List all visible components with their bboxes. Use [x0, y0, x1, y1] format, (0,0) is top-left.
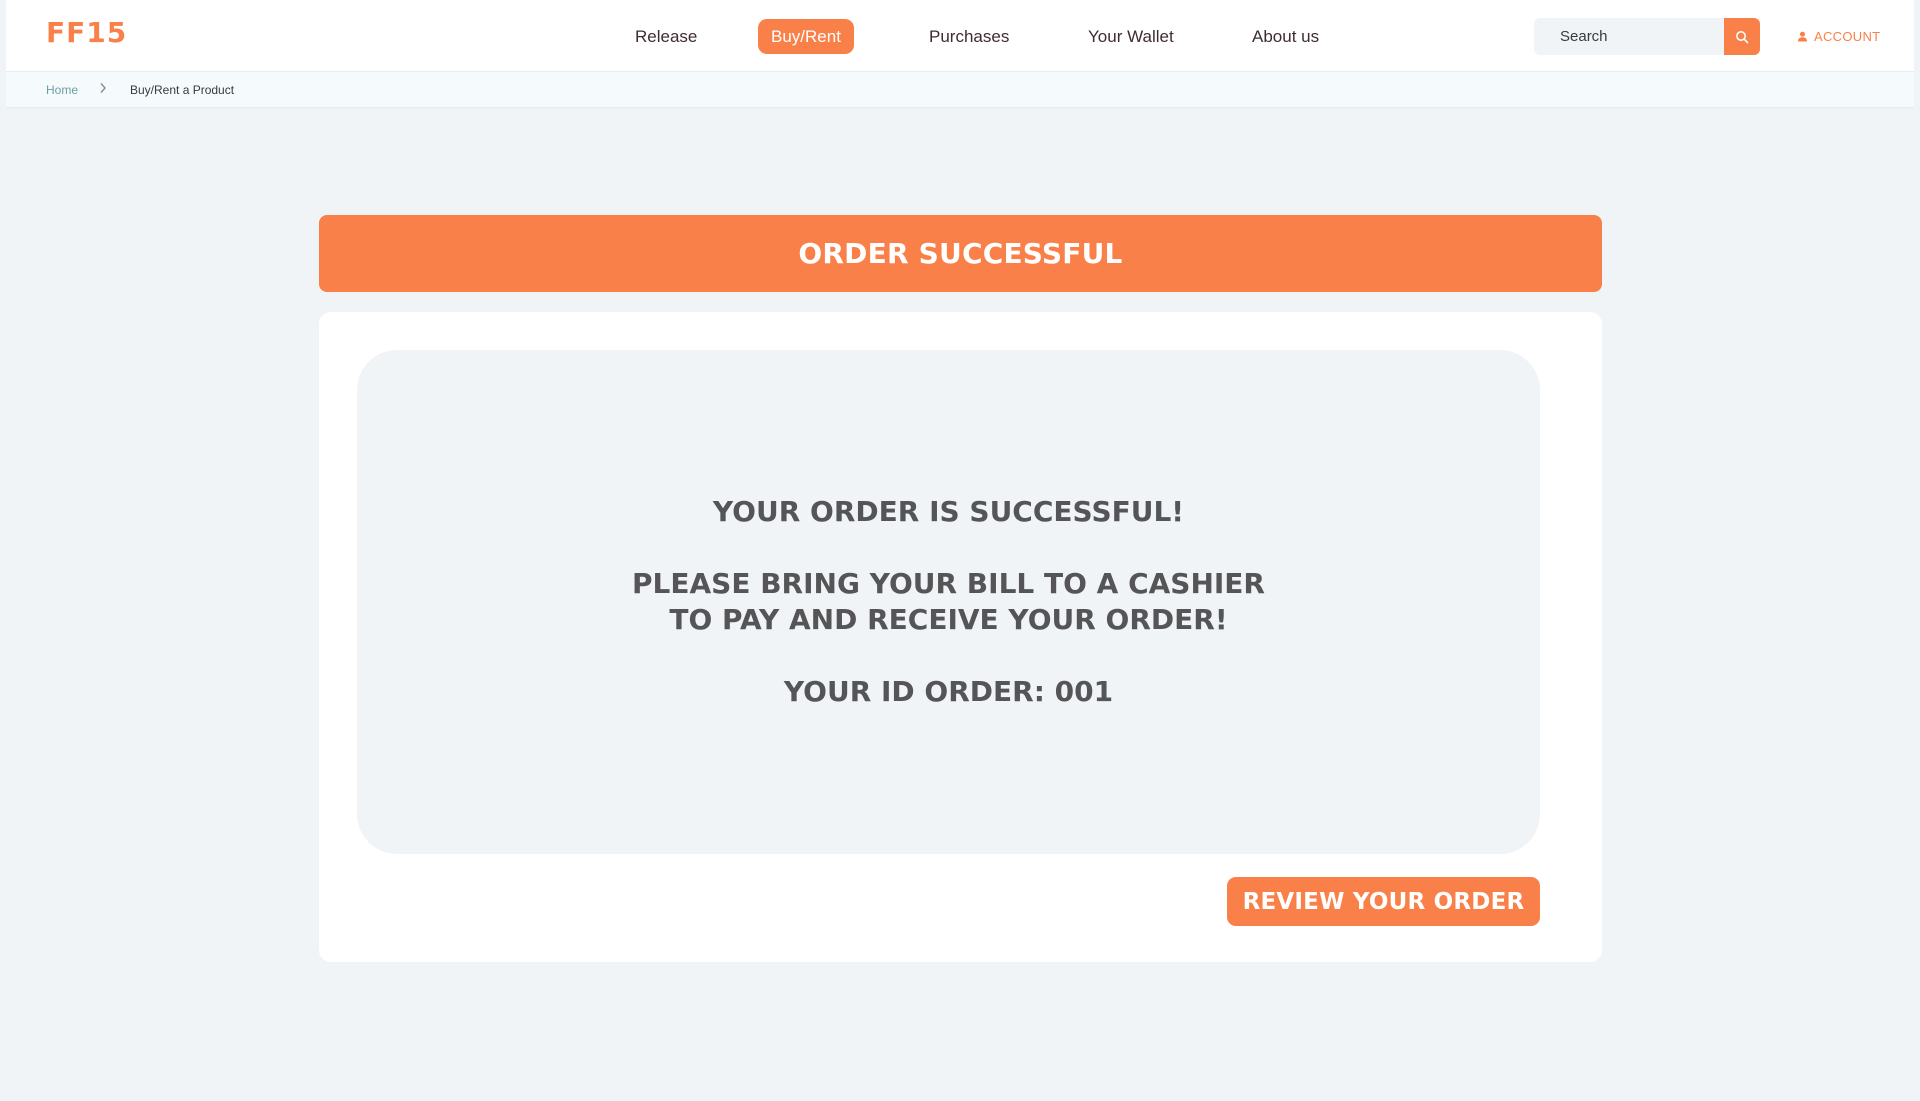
instruction-line-1: PLEASE BRING YOUR BILL TO A CASHIER	[632, 567, 1265, 600]
breadcrumb-home-link[interactable]: Home	[46, 83, 78, 97]
breadcrumb: Home Buy/Rent a Product	[6, 72, 1914, 108]
user-icon	[1798, 31, 1807, 41]
order-status-banner: ORDER SUCCESSFUL	[319, 215, 1602, 292]
search-icon	[1736, 30, 1749, 43]
order-id: YOUR ID ORDER: 001	[783, 675, 1114, 708]
chevron-right-icon	[99, 82, 107, 97]
logo[interactable]: FF15	[46, 16, 127, 49]
order-confirmation-card: YOUR ORDER IS SUCCESSFUL! PLEASE BRING Y…	[319, 312, 1602, 962]
search-input[interactable]	[1534, 18, 1724, 55]
instruction-line-2: TO PAY AND RECEIVE YOUR ORDER!	[669, 603, 1228, 636]
review-order-button[interactable]: REVIEW YOUR ORDER	[1227, 877, 1540, 926]
search-button[interactable]	[1724, 18, 1760, 55]
review-order-label: REVIEW YOUR ORDER	[1242, 888, 1525, 915]
top-navigation-bar: FF15 Release Buy/Rent Purchases Your Wal…	[6, 0, 1914, 72]
banner-title: ORDER SUCCESSFUL	[798, 237, 1123, 270]
nav-item-your-wallet[interactable]: Your Wallet	[1075, 19, 1187, 54]
nav-item-release[interactable]: Release	[622, 19, 710, 54]
success-message: YOUR ORDER IS SUCCESSFUL!	[712, 495, 1185, 528]
breadcrumb-current: Buy/Rent a Product	[130, 83, 235, 97]
account-link[interactable]: ACCOUNT	[1797, 26, 1880, 46]
nav-item-purchases[interactable]: Purchases	[916, 19, 1022, 54]
account-label: ACCOUNT	[1814, 28, 1881, 44]
nav-item-buy-rent[interactable]: Buy/Rent	[758, 19, 854, 54]
message-panel: YOUR ORDER IS SUCCESSFUL! PLEASE BRING Y…	[357, 350, 1540, 854]
search-box	[1534, 18, 1760, 55]
nav-item-about-us[interactable]: About us	[1239, 19, 1332, 54]
